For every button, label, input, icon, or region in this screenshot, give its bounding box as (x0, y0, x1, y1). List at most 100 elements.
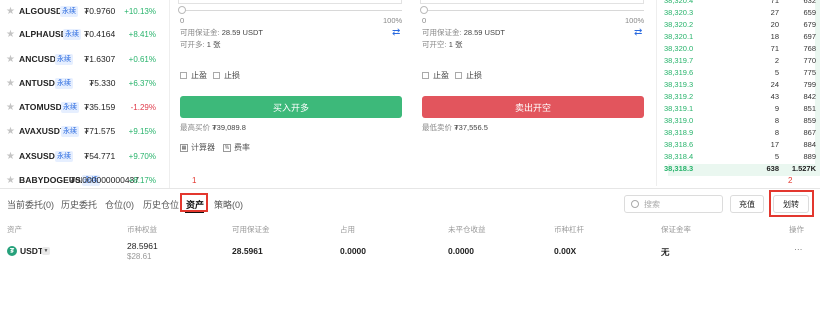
buy-long-button[interactable]: 买入开多 (180, 96, 402, 118)
order-book-row[interactable]: 38,320.3 27 659 (660, 8, 820, 20)
available-margin-value: 28.5961 (232, 246, 263, 256)
tab-order-history[interactable]: 历史委托 (61, 198, 97, 211)
order-book-row[interactable]: 38,319.6 5 775 (660, 68, 820, 80)
order-book-row[interactable]: 38,319.3 24 799 (660, 80, 820, 92)
order-book: 38,320.4 71 632 38,320.3 27 659 38,320.2 20 679 3… (660, 0, 820, 180)
order-book-row[interactable]: 38,319.7 2 770 (660, 56, 820, 68)
max-buy-price: 最高买价 ₮39,089.8 (180, 123, 246, 132)
stop-loss-checkbox[interactable]: 止损 (455, 70, 482, 81)
book-divider (656, 0, 657, 186)
book-price: 38,320.0 (664, 44, 694, 53)
tab-position-history[interactable]: 历史仓位 (143, 198, 179, 211)
buy-slider[interactable] (180, 10, 402, 11)
annotation-box-assets (180, 193, 208, 212)
order-book-row[interactable]: 38,318.9 8 867 (660, 128, 820, 140)
header-actions: 操作 (789, 225, 804, 234)
search-input[interactable]: 搜索 (624, 195, 723, 213)
perpetual-tag: 永续 (63, 28, 81, 40)
swap-icon[interactable]: ⇄ (634, 27, 642, 38)
more-dots-icon[interactable]: ··· (794, 244, 803, 254)
book-price: 38,319.3 (664, 80, 694, 89)
buy-quantity-input-edge[interactable] (178, 0, 402, 4)
market-change: +9.15% (128, 126, 156, 136)
star-icon[interactable]: ★ (6, 78, 15, 89)
book-price: 38,319.7 (664, 56, 694, 65)
tab-current-orders[interactable]: 当前委托(0) (7, 198, 54, 211)
star-icon[interactable]: ★ (6, 151, 15, 162)
book-total: 775 (803, 68, 816, 77)
order-book-row[interactable]: 38,320.1 18 697 (660, 32, 820, 44)
order-book-row[interactable]: 38,318.3 638 1.527K (660, 164, 820, 176)
market-row-atomusdt[interactable]: ★ ATOMUSDT 永续 ₮35.159 -1.29% (0, 96, 170, 118)
order-book-row[interactable]: 38,320.0 71 768 (660, 44, 820, 56)
market-row-antusdt[interactable]: ★ ANTUSDT 永续 ₮5.330 +6.37% (0, 72, 170, 94)
sell-slider[interactable] (422, 10, 644, 11)
book-total: 632 (803, 0, 816, 5)
stop-loss-checkbox[interactable]: 止损 (213, 70, 240, 81)
market-row-ancusdt[interactable]: ★ ANCUSDT 永续 ₮1.6307 +0.61% (0, 48, 170, 70)
market-row-algousdt[interactable]: ★ ALGOUSDT 永续 ₮0.9760 +10.13% (0, 0, 170, 22)
swap-icon[interactable]: ⇄ (392, 27, 400, 38)
perpetual-tag: 永续 (55, 77, 73, 89)
book-total: 659 (803, 8, 816, 17)
star-icon[interactable]: ★ (6, 6, 15, 17)
book-price: 38,319.2 (664, 92, 694, 101)
slider-min-label: 0 (180, 16, 185, 25)
market-change: +9.70% (128, 151, 156, 161)
calculator-icon: ▦ (180, 143, 188, 152)
star-icon[interactable]: ★ (6, 29, 15, 40)
market-change: +0.61% (128, 54, 156, 64)
market-price: ₮35.159 (84, 102, 116, 112)
book-price: 38,318.6 (664, 140, 694, 149)
book-total: 842 (803, 92, 816, 101)
book-total: 851 (803, 104, 816, 113)
order-book-row[interactable]: 38,320.2 20 679 (660, 20, 820, 32)
market-change: -1.29% (130, 102, 156, 112)
unrealized-pnl-value: 0.0000 (448, 246, 474, 256)
book-total: 1.527K (791, 164, 816, 173)
market-row-axsusdt[interactable]: ★ AXSUSDT 永续 ₮54.771 +9.70% (0, 145, 170, 167)
calculator-button[interactable]: ▦ 计算器 (180, 142, 215, 153)
available-margin-label: 可用保证金: 28.59 USDT (180, 28, 263, 37)
sell-quantity-input-edge[interactable] (420, 0, 644, 4)
book-price: 38,320.1 (664, 32, 694, 41)
star-icon[interactable]: ★ (6, 54, 15, 65)
market-change: +10.13% (124, 6, 156, 16)
tab-strategy[interactable]: 策略(0) (214, 198, 243, 211)
star-icon[interactable]: ★ (6, 102, 15, 113)
sell-short-button[interactable]: 卖出开空 (422, 96, 644, 118)
market-row-alphausdt[interactable]: ★ ALPHAUSDT 永续 ₮0.4164 +8.41% (0, 23, 170, 45)
order-book-row[interactable]: 38,318.6 17 884 (660, 140, 820, 152)
fee-rate-button[interactable]: % 费率 (223, 142, 250, 153)
sell-slider-knob[interactable] (420, 6, 428, 14)
book-total: 770 (803, 56, 816, 65)
order-book-row[interactable]: 38,319.2 43 842 (660, 92, 820, 104)
sell-form: 0 100% 可用保证金: 28.59 USDT ⇄ 可开空: 1 张 止盈 止… (420, 0, 646, 189)
take-profit-checkbox[interactable]: 止盈 (180, 70, 207, 81)
star-icon[interactable]: ★ (6, 126, 15, 137)
market-change: +6.37% (128, 78, 156, 88)
order-book-row[interactable]: 38,319.1 9 851 (660, 104, 820, 116)
book-total: 867 (803, 128, 816, 137)
deposit-button[interactable]: 充值 (730, 195, 764, 213)
market-row-avaxusdt[interactable]: ★ AVAXUSDT 永续 ₮71.575 +9.15% (0, 120, 170, 142)
book-quantity: 8 (774, 116, 779, 125)
book-quantity: 8 (774, 128, 779, 137)
chevron-down-icon[interactable]: ▼ (42, 247, 50, 255)
book-total: 884 (803, 140, 816, 149)
order-book-row[interactable]: 38,318.4 5 889 (660, 152, 820, 164)
margin-ratio-value: 无 (661, 247, 670, 257)
star-icon[interactable]: ★ (6, 175, 15, 186)
tab-positions[interactable]: 仓位(0) (105, 198, 134, 211)
take-profit-checkbox[interactable]: 止盈 (422, 70, 449, 81)
book-quantity: 43 (770, 92, 779, 101)
book-quantity: 17 (770, 140, 779, 149)
market-price: ₮54.771 (84, 151, 116, 161)
book-price: 38,320.3 (664, 8, 694, 17)
book-total: 697 (803, 32, 816, 41)
perpetual-tag: 永续 (61, 125, 79, 137)
buy-slider-knob[interactable] (178, 6, 186, 14)
equity-value: 28.5961 (127, 241, 158, 251)
order-book-row[interactable]: 38,319.0 8 859 (660, 116, 820, 128)
order-book-row[interactable]: 38,320.4 71 632 (660, 0, 820, 8)
